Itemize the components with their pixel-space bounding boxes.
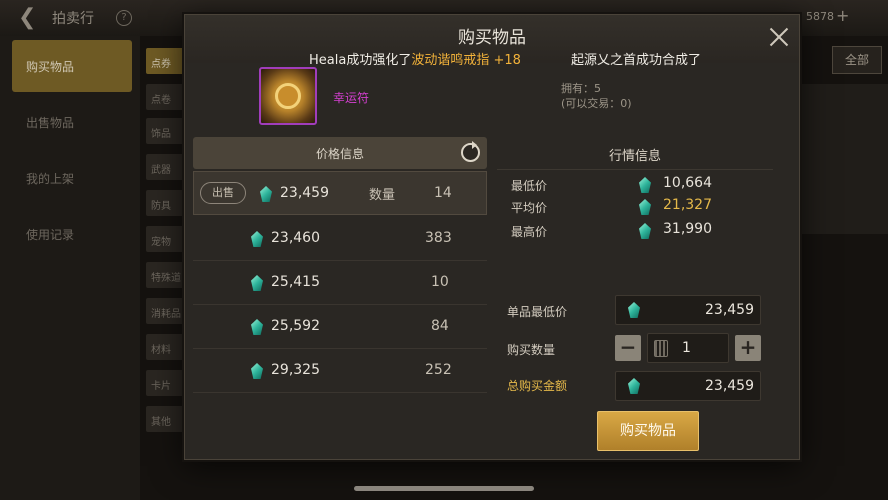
gem-icon (628, 378, 640, 394)
market-value: 21,327 (663, 197, 712, 213)
currency-amount: 5878 (806, 10, 834, 23)
total-price-label: 总购买金额 (507, 379, 568, 393)
sidebar-item-sell[interactable]: 出售物品 (12, 96, 132, 148)
price-row[interactable]: 出售 23,459 数量 14 (193, 171, 487, 215)
lucky-charm-item-icon[interactable] (259, 67, 317, 125)
category-item[interactable]: 消耗品 (146, 298, 186, 324)
category-item[interactable]: 特殊道 (146, 262, 186, 288)
help-icon[interactable]: ? (116, 10, 132, 26)
market-row-average: 平均价 21,327 (511, 197, 712, 217)
gem-icon (251, 231, 263, 247)
gem-icon (260, 186, 272, 202)
total-price-field: 23,459 (615, 371, 761, 401)
unit-price-field: 23,459 (615, 295, 761, 325)
unit-price-label: 单品最低价 (507, 305, 568, 319)
price-info-title: 价格信息 (315, 147, 364, 161)
sidebar: 购买物品 出售物品 我的上架 使用记录 (0, 36, 140, 500)
calculator-icon[interactable] (654, 340, 668, 357)
market-info-title: 行情信息 (608, 149, 661, 164)
price-info-header: 价格信息 (193, 137, 487, 169)
sidebar-item-my-listings[interactable]: 我的上架 (12, 152, 132, 204)
home-indicator (354, 486, 534, 491)
gem-icon (251, 319, 263, 335)
price-value: 23,459 (280, 185, 329, 201)
market-row-lowest: 最低价 10,664 (511, 175, 712, 195)
price-value: 29,325 (271, 362, 320, 378)
gem-icon (251, 275, 263, 291)
broadcast-ticker: Heala成功强化了波动谐鸣戒指 +18 起源乂之首成功合成了 (185, 47, 799, 69)
price-list: 出售 23,459 数量 14 23,460 383 25,415 10 25,… (193, 171, 487, 453)
price-row[interactable]: 23,460 383 (193, 217, 487, 261)
dialog-title: 购买物品 (458, 28, 526, 48)
scroll-emblem-icon (275, 83, 301, 109)
price-value: 23,460 (271, 230, 320, 246)
market-value: 31,990 (663, 221, 712, 237)
category-item[interactable]: 点卷 (146, 84, 186, 110)
quantity-label: 购买数量 (507, 343, 556, 357)
ticker-message-1: Heala成功强化了波动谐鸣戒指 +18 (309, 49, 521, 68)
increase-quantity-button[interactable]: + (735, 335, 761, 361)
item-name: 幸运符 (333, 91, 370, 105)
close-icon[interactable] (767, 25, 791, 49)
divider (497, 169, 773, 170)
decrease-quantity-button[interactable]: − (615, 335, 641, 361)
market-value: 10,664 (663, 175, 712, 191)
quantity-value: 14 (434, 185, 452, 201)
category-item[interactable]: 饰品 (146, 118, 186, 144)
owned-count: 拥有：5 (可以交易：0) (561, 81, 632, 111)
sidebar-item-history[interactable]: 使用记录 (12, 208, 132, 260)
ticker-prefix: Heala成功强化了 (309, 53, 412, 68)
sidebar-item-buy[interactable]: 购买物品 (12, 40, 132, 92)
category-item[interactable]: 点券 (146, 48, 186, 74)
price-value: 25,415 (271, 274, 320, 290)
ticker-message-2: 起源乂之首成功合成了 (571, 53, 702, 68)
sell-tag: 出售 (200, 182, 246, 204)
gem-icon (628, 302, 640, 318)
quantity-value: 252 (425, 362, 452, 378)
back-arrow-icon[interactable]: ❮ (18, 6, 42, 30)
quantity-value: 10 (431, 274, 449, 290)
gem-icon (639, 223, 651, 239)
gem-icon (639, 177, 651, 193)
tradable-label: (可以交易：0) (561, 97, 632, 110)
unit-price-value: 23,459 (705, 302, 754, 318)
page-title: 拍卖行 (52, 11, 94, 27)
category-column: 点券 点卷 饰品 武器 防具 宠物 特殊道 消耗品 材料 卡片 其他 (142, 44, 186, 500)
price-value: 25,592 (271, 318, 320, 334)
category-item[interactable]: 防具 (146, 190, 186, 216)
add-currency-icon[interactable]: + (836, 6, 849, 25)
buy-button[interactable]: 购买物品 (597, 411, 699, 451)
category-item[interactable]: 武器 (146, 154, 186, 180)
quantity-value: 84 (431, 318, 449, 334)
owned-label: 拥有：5 (561, 82, 601, 95)
category-item[interactable]: 其他 (146, 406, 186, 432)
quantity-stepper[interactable]: 1 (647, 333, 729, 363)
filter-all-button[interactable]: 全部 (832, 46, 882, 74)
category-item[interactable]: 宠物 (146, 226, 186, 252)
total-price-value: 23,459 (705, 378, 754, 394)
gem-icon (639, 199, 651, 215)
market-label: 平均价 (511, 201, 548, 215)
category-item[interactable]: 卡片 (146, 370, 186, 396)
buy-item-dialog: 购买物品 Heala成功强化了波动谐鸣戒指 +18 起源乂之首成功合成了 幸运符… (184, 14, 800, 460)
quantity-value: 1 (682, 340, 691, 356)
gem-icon (251, 363, 263, 379)
ticker-item-name: 波动谐鸣戒指 +18 (411, 53, 521, 68)
price-row[interactable]: 25,415 10 (193, 261, 487, 305)
market-label: 最高价 (511, 225, 548, 239)
background-list-panel (802, 84, 888, 234)
market-row-highest: 最高价 31,990 (511, 221, 712, 241)
price-row[interactable]: 25,592 84 (193, 305, 487, 349)
price-row[interactable]: 29,325 252 (193, 349, 487, 393)
quantity-value: 383 (425, 230, 452, 246)
market-label: 最低价 (511, 179, 548, 193)
quantity-header: 数量 (369, 188, 396, 203)
category-item[interactable]: 材料 (146, 334, 186, 360)
refresh-icon[interactable] (461, 141, 480, 162)
